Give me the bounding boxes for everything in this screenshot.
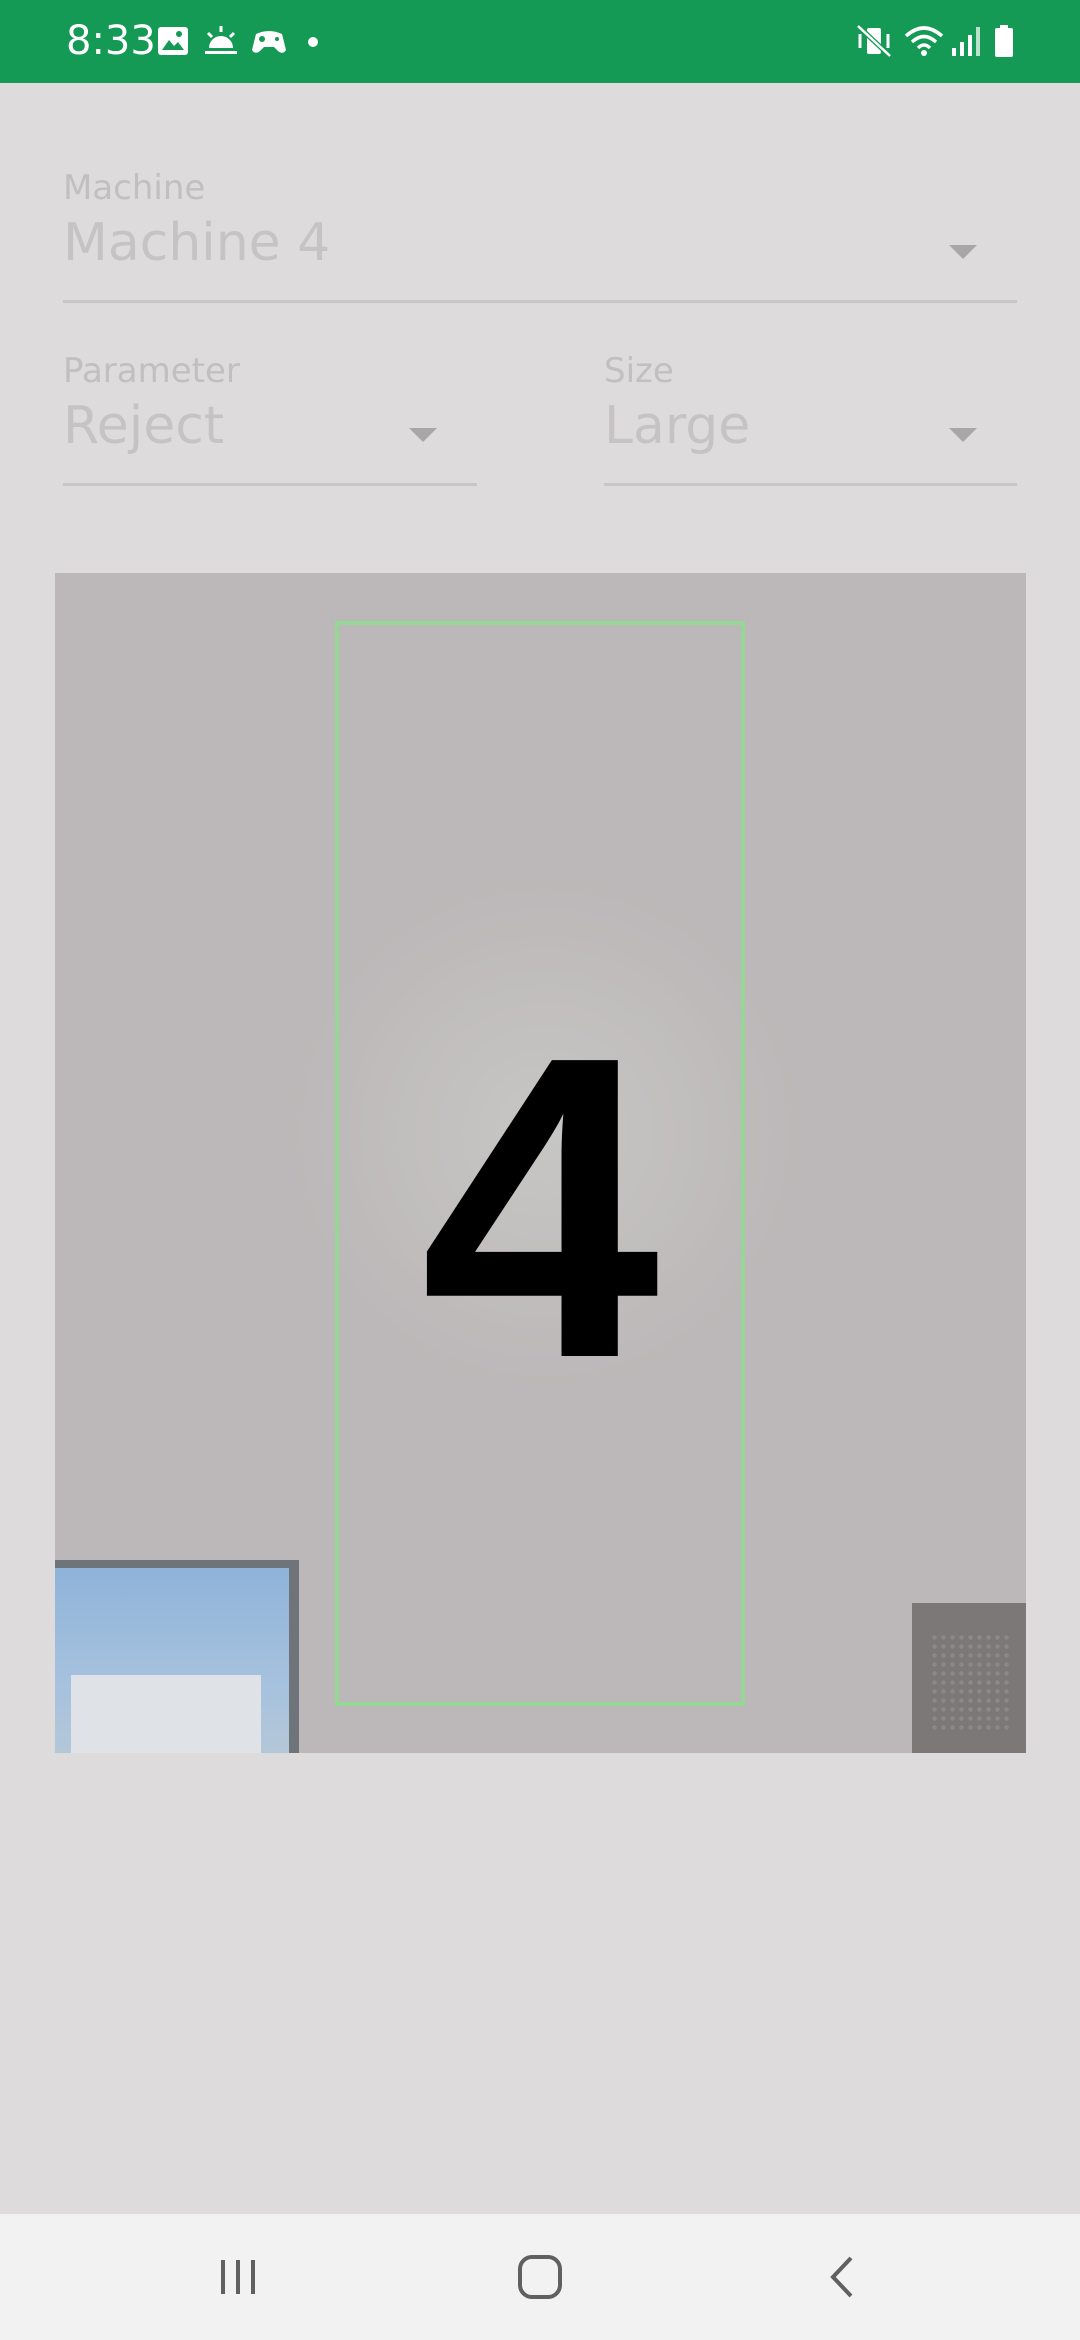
selection-form: Machine Machine 4 Parameter Reject Size … <box>0 83 1080 563</box>
camera-preview[interactable]: 4 <box>55 573 1026 1753</box>
chevron-down-icon <box>949 428 977 442</box>
machine-dropdown[interactable]: Machine Machine 4 <box>63 163 1017 303</box>
recent-apps-button[interactable] <box>163 2234 313 2320</box>
image-icon <box>158 27 188 55</box>
size-label: Size <box>604 351 674 391</box>
parameter-value: Reject <box>63 396 225 456</box>
game-controller-icon <box>252 31 286 53</box>
chevron-down-icon <box>409 428 437 442</box>
battery-icon <box>995 25 1013 57</box>
detected-digit: 4 <box>420 968 660 1448</box>
home-icon <box>518 2255 562 2299</box>
notification-dot-icon <box>308 37 318 47</box>
basket-in-view <box>912 1603 1026 1753</box>
status-bar: 8:33 <box>0 0 1080 83</box>
status-time: 8:33 <box>66 18 156 64</box>
home-button[interactable] <box>465 2234 615 2320</box>
wifi-icon <box>904 26 944 56</box>
parameter-label: Parameter <box>63 351 240 391</box>
chevron-down-icon <box>949 245 977 259</box>
mute-vibrate-icon <box>856 24 892 58</box>
navigation-bar <box>0 2214 1080 2340</box>
recent-apps-icon <box>221 2260 255 2294</box>
parameter-dropdown[interactable]: Parameter Reject <box>63 346 477 486</box>
machine-label: Machine <box>63 168 206 208</box>
sunrise-icon <box>205 26 237 54</box>
size-dropdown[interactable]: Size Large <box>604 346 1017 486</box>
laptop-in-view <box>55 1560 299 1753</box>
back-button[interactable] <box>768 2234 918 2320</box>
size-value: Large <box>604 396 751 456</box>
back-icon <box>830 2256 853 2298</box>
machine-value: Machine 4 <box>63 213 331 273</box>
signal-icon <box>952 27 980 56</box>
